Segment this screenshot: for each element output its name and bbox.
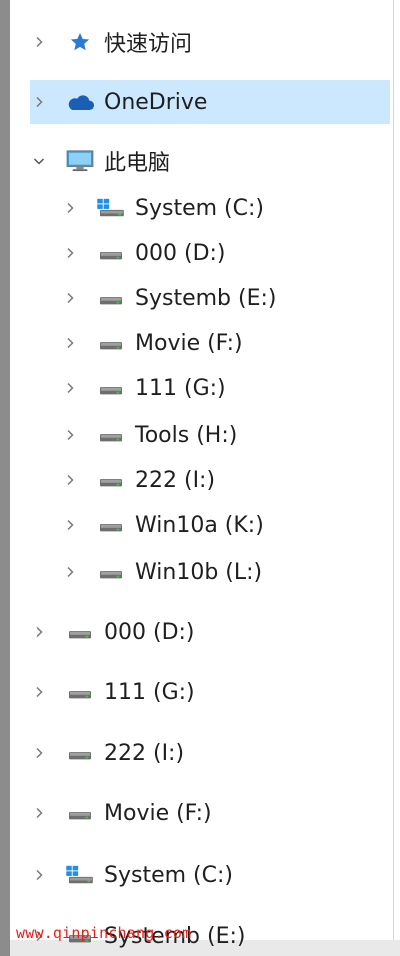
cloud-icon	[64, 90, 96, 114]
nav-item-onedrive[interactable]: OneDrive	[30, 80, 390, 124]
nav-item-label: Systemb (E:)	[135, 285, 277, 311]
nav-item-drive[interactable]: Tools (H:)	[61, 413, 392, 457]
drive-icon	[95, 286, 127, 310]
drive-icon	[64, 801, 96, 825]
nav-item-drive[interactable]: 111 (G:)	[61, 366, 392, 410]
nav-item-drive[interactable]: Movie (F:)	[30, 791, 392, 835]
chevron-right-icon[interactable]	[61, 563, 79, 581]
nav-item-drive[interactable]: 000 (D:)	[30, 610, 392, 654]
nav-item-quick-access[interactable]: 快速访问	[30, 20, 392, 64]
file-explorer-navigation-pane: 快速访问 OneDrive 此电脑 System (C:) 000 (D:) S…	[0, 0, 400, 956]
drive-icon	[95, 241, 127, 265]
chevron-right-icon[interactable]	[30, 33, 48, 51]
window-left-edge	[0, 0, 10, 956]
chevron-right-icon[interactable]	[30, 683, 48, 701]
nav-item-label: 此电脑	[104, 151, 171, 176]
nav-item-label: 222 (I:)	[104, 740, 185, 766]
drive-icon	[95, 513, 127, 537]
chevron-right-icon[interactable]	[61, 471, 79, 489]
nav-item-drive[interactable]: System (C:)	[30, 853, 392, 897]
drive-icon	[95, 423, 127, 447]
nav-item-drive[interactable]: Win10b (L:)	[61, 550, 392, 594]
nav-item-label: 000 (D:)	[104, 619, 195, 645]
star-icon	[64, 30, 96, 54]
chevron-right-icon[interactable]	[61, 516, 79, 534]
nav-item-drive[interactable]: Win10a (K:)	[61, 503, 392, 547]
nav-item-drive[interactable]: Systemb (E:)	[61, 276, 392, 320]
nav-item-label: OneDrive	[104, 89, 208, 115]
drive-icon	[95, 468, 127, 492]
drive-icon	[64, 741, 96, 765]
chevron-right-icon[interactable]	[61, 426, 79, 444]
nav-item-drive[interactable]: Movie (F:)	[61, 321, 392, 365]
nav-item-label: Win10a (K:)	[135, 512, 264, 538]
monitor-icon	[64, 149, 96, 173]
chevron-right-icon[interactable]	[30, 804, 48, 822]
watermark: www.qinpinchang.com	[16, 924, 192, 942]
drive-icon	[95, 331, 127, 355]
pane-border	[393, 0, 394, 956]
nav-item-label: Tools (H:)	[135, 422, 238, 448]
nav-item-drive[interactable]: 222 (I:)	[30, 731, 392, 775]
navigation-tree: 快速访问 OneDrive 此电脑 System (C:) 000 (D:) S…	[10, 0, 392, 956]
chevron-right-icon[interactable]	[30, 744, 48, 762]
nav-item-label: Movie (F:)	[135, 330, 243, 356]
chevron-right-icon[interactable]	[30, 93, 48, 111]
nav-item-label: 222 (I:)	[135, 467, 216, 493]
nav-item-label: 快速访问	[104, 32, 193, 57]
chevron-right-icon[interactable]	[61, 289, 79, 307]
drive-icon	[95, 376, 127, 400]
chevron-right-icon[interactable]	[30, 866, 48, 884]
windows-drive-icon	[95, 196, 127, 220]
nav-item-drive[interactable]: System (C:)	[61, 186, 392, 230]
chevron-right-icon[interactable]	[61, 199, 79, 217]
chevron-right-icon[interactable]	[61, 244, 79, 262]
nav-item-drive[interactable]: 111 (G:)	[30, 670, 392, 714]
nav-item-label: Win10b (L:)	[135, 559, 263, 585]
nav-item-label: 111 (G:)	[104, 679, 195, 705]
nav-item-label: System (C:)	[135, 195, 264, 221]
windows-drive-icon	[64, 863, 96, 887]
chevron-right-icon[interactable]	[30, 623, 48, 641]
nav-item-label: Movie (F:)	[104, 800, 212, 826]
nav-item-drive[interactable]: 222 (I:)	[61, 458, 392, 502]
chevron-down-icon[interactable]	[30, 152, 48, 170]
drive-icon	[95, 560, 127, 584]
chevron-right-icon[interactable]	[61, 379, 79, 397]
chevron-right-icon[interactable]	[61, 334, 79, 352]
nav-item-label: System (C:)	[104, 862, 233, 888]
nav-item-label: 000 (D:)	[135, 240, 226, 266]
nav-item-this-pc[interactable]: 此电脑	[30, 139, 392, 183]
drive-icon	[64, 620, 96, 644]
drive-icon	[64, 680, 96, 704]
nav-item-label: 111 (G:)	[135, 375, 226, 401]
nav-item-drive[interactable]: 000 (D:)	[61, 231, 392, 275]
